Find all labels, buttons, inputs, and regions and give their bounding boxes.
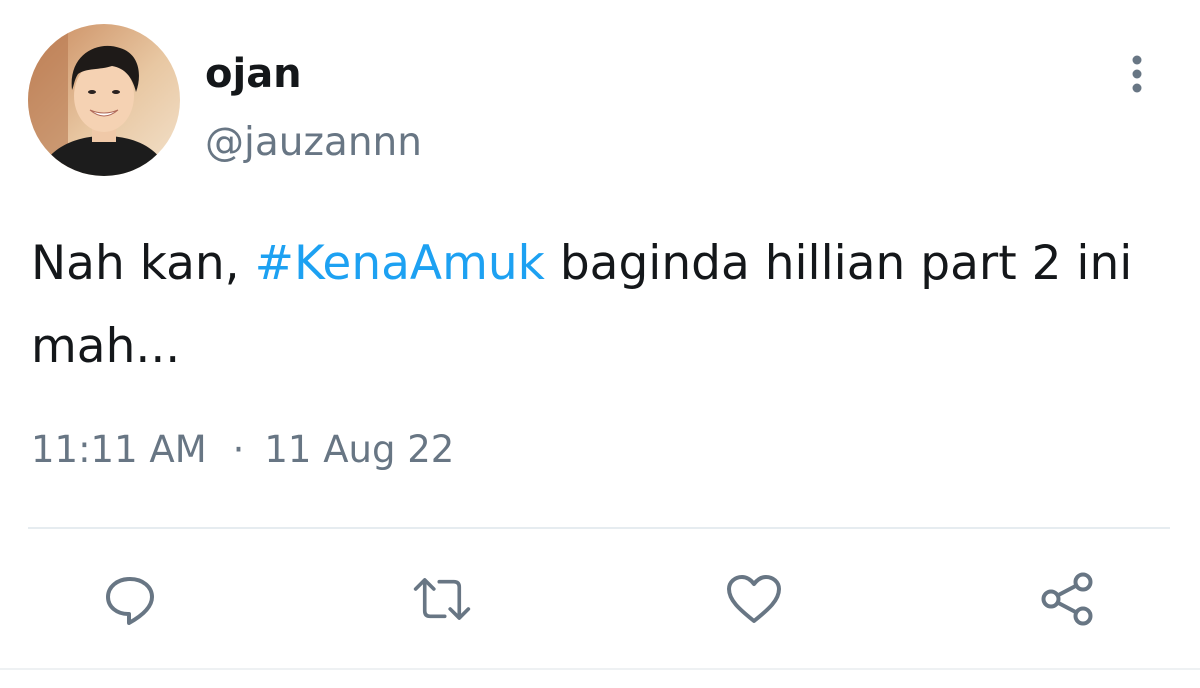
more-options-button[interactable]	[1116, 50, 1158, 98]
share-icon	[1041, 572, 1093, 626]
tweet-time[interactable]: 11:11 AM	[31, 428, 207, 471]
avatar-photo-icon	[28, 24, 180, 176]
meta-separator: ·	[232, 428, 245, 471]
retweet-button[interactable]	[412, 568, 472, 630]
share-button[interactable]	[1038, 568, 1098, 630]
heart-icon	[727, 575, 781, 623]
tweet-meta: 11:11 AM · 11 Aug 22	[31, 426, 454, 474]
divider	[28, 527, 1170, 529]
tweet-date[interactable]: 11 Aug 22	[264, 428, 454, 471]
avatar[interactable]	[28, 24, 180, 176]
tweet-card: ojan @jauzannn Nah kan, #KenaAmuk bagind…	[0, 0, 1200, 688]
bottom-divider	[0, 668, 1200, 670]
reply-button[interactable]	[100, 568, 160, 630]
user-handle[interactable]: @jauzannn	[205, 119, 422, 167]
tweet-text: Nah kan, #KenaAmuk baginda hillian part …	[31, 222, 1171, 388]
display-name[interactable]: ojan	[205, 50, 302, 98]
hashtag-link[interactable]: #KenaAmuk	[255, 236, 545, 291]
like-button[interactable]	[724, 568, 784, 630]
comment-icon	[106, 577, 154, 625]
retweet-icon	[413, 578, 471, 620]
tweet-text-before: Nah kan,	[31, 236, 255, 291]
more-vertical-icon	[1132, 55, 1142, 93]
